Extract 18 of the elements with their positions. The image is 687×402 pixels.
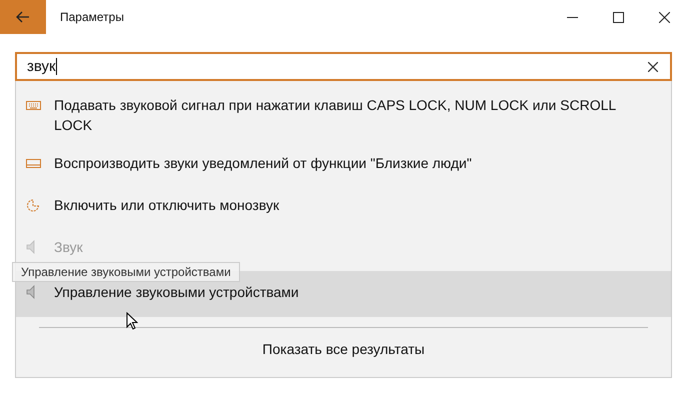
keyboard-icon: [26, 100, 41, 110]
maximize-icon: [612, 12, 624, 22]
back-arrow-icon: [16, 11, 30, 23]
clear-icon[interactable]: [648, 62, 658, 72]
window-title: Параметры: [60, 10, 124, 24]
dial-icon: [26, 198, 41, 212]
result-item[interactable]: Включить или отключить монозвук: [16, 187, 671, 227]
result-item[interactable]: Подавать звуковой сигнал при нажатии клавиш CAPS LOCK, NUM LOCK или SCROLL LOCK: [16, 87, 671, 143]
close-icon: [658, 12, 670, 22]
cursor-icon: [126, 312, 138, 330]
result-item[interactable]: Воспроизводить звуки уведомлений от функции "Близкие люди": [16, 145, 671, 185]
panel-icon: [26, 158, 41, 168]
speaker-icon: [26, 285, 36, 299]
tooltip: Управление звуковыми устройствами: [12, 262, 240, 282]
show-all-link[interactable]: Показать все результаты: [262, 332, 425, 366]
speaker-icon: [26, 240, 36, 254]
back-button[interactable]: [0, 0, 46, 34]
search-field[interactable]: звук: [15, 52, 672, 81]
